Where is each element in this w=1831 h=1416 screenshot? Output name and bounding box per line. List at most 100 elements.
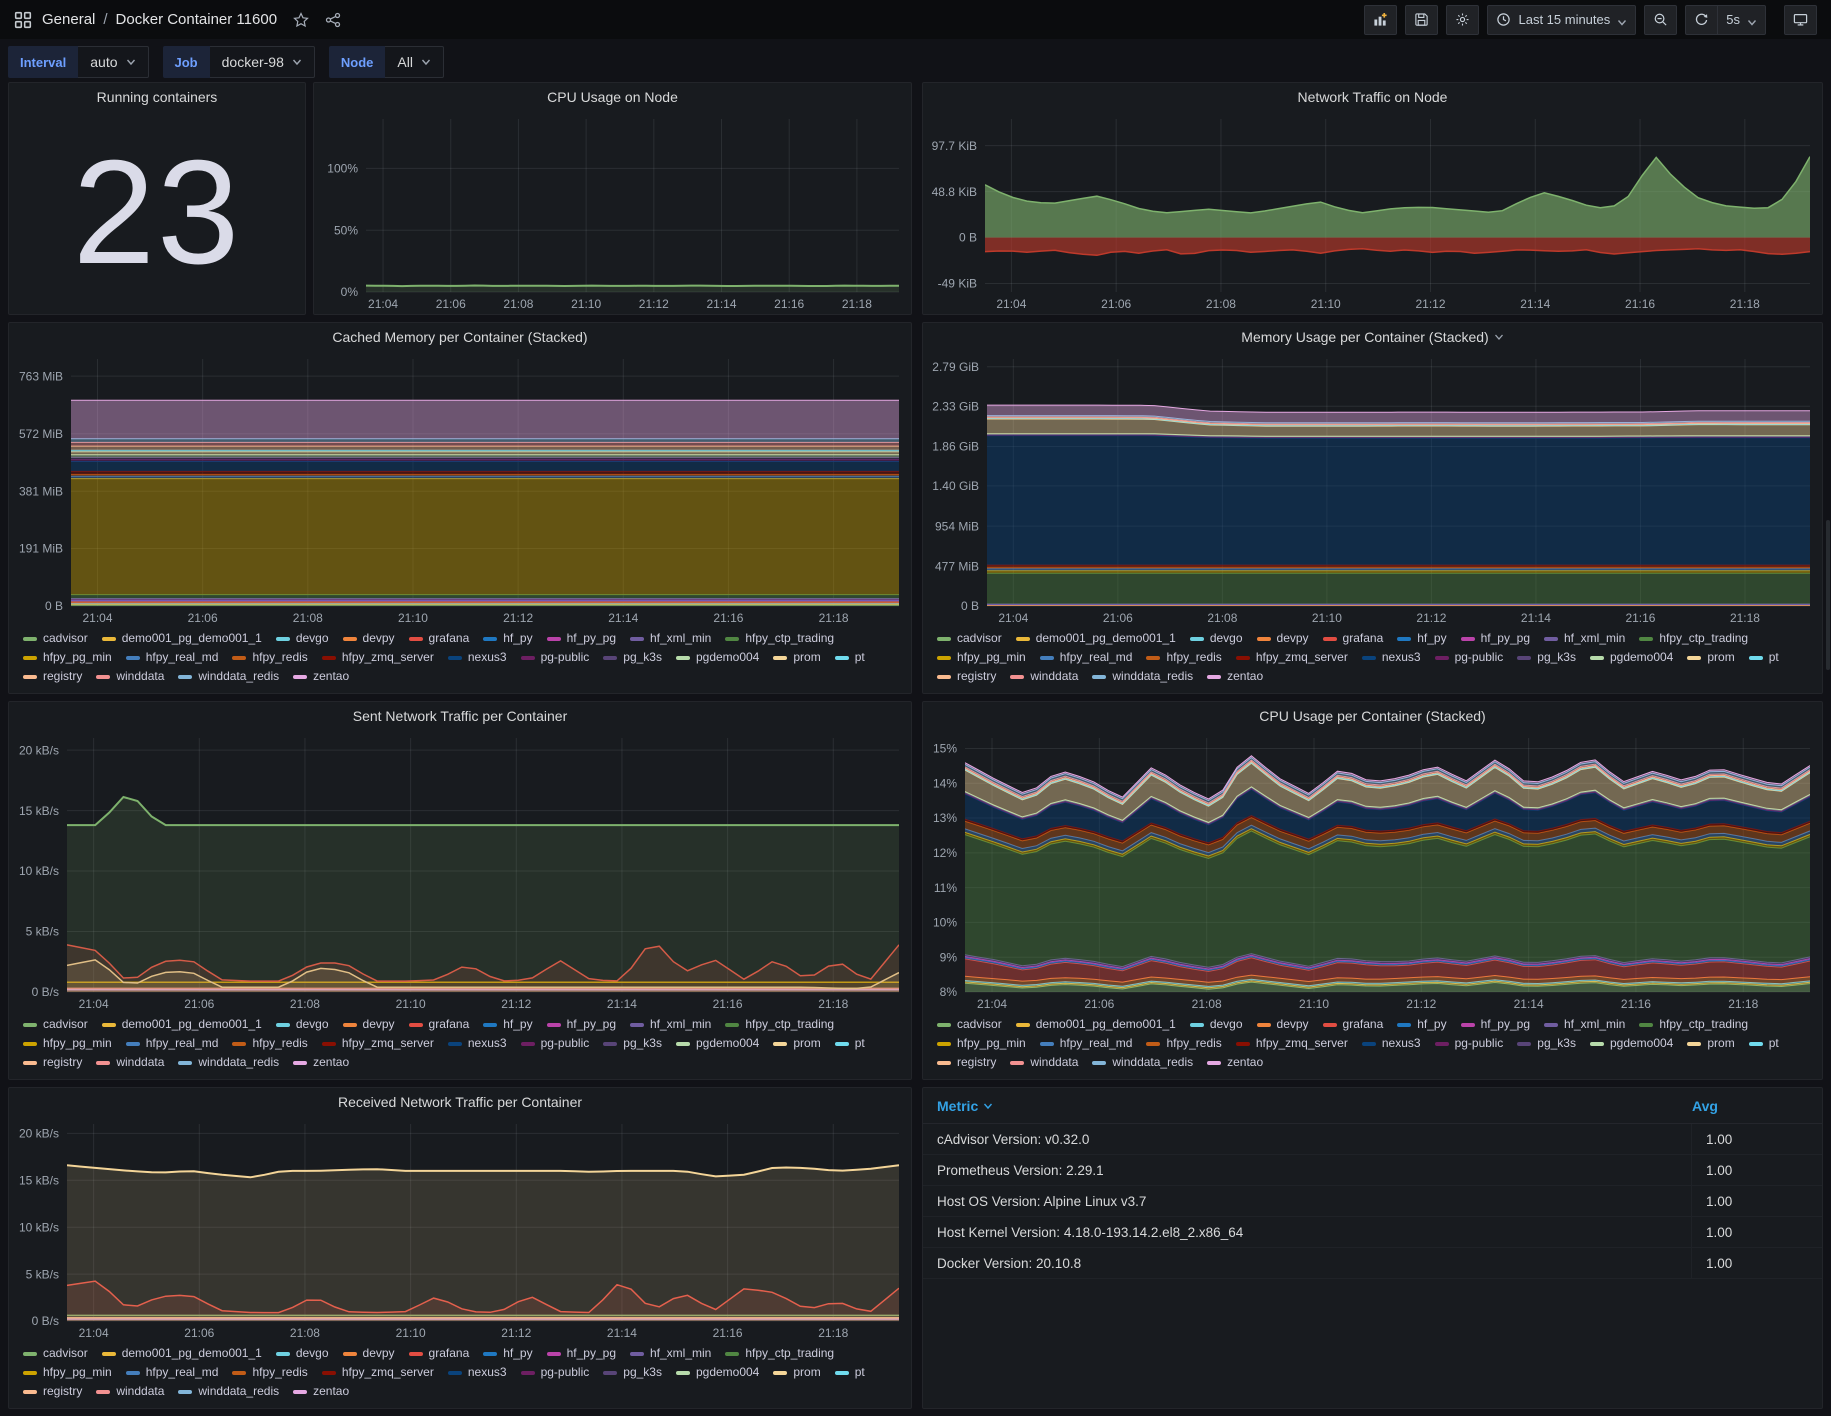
- legend-item[interactable]: prom: [773, 1364, 821, 1381]
- panel-header[interactable]: Memory Usage per Container (Stacked): [923, 323, 1822, 351]
- memory-usage-chart[interactable]: 2.79 GiB 2.33 GiB 1.86 GiB 1.40 GiB 954 MiB 4…: [923, 351, 1822, 628]
- panel-header[interactable]: Network Traffic on Node: [923, 83, 1822, 111]
- panel-header[interactable]: Sent Network Traffic per Container: [9, 702, 911, 730]
- legend-item[interactable]: winddata: [96, 1054, 164, 1071]
- breadcrumb-dashboard-title[interactable]: Docker Container 11600: [116, 11, 277, 28]
- legend-item[interactable]: zentao: [1207, 1054, 1263, 1071]
- legend-item[interactable]: hfpy_pg_min: [23, 1364, 112, 1381]
- legend-item[interactable]: pg-public: [520, 1035, 589, 1052]
- sent-network-traffic-chart[interactable]: 20 kB/s 15 kB/s 10 kB/s 5 kB/s 0 B/s 21:04 21:…: [9, 730, 911, 1014]
- kiosk-mode-button[interactable]: [1784, 4, 1817, 35]
- legend-item[interactable]: pgdemo004: [675, 1364, 759, 1381]
- legend-item[interactable]: hf_xml_min: [630, 630, 711, 647]
- legend-item[interactable]: winddata: [1010, 1054, 1078, 1071]
- legend-item[interactable]: devpy: [342, 630, 395, 647]
- legend-item[interactable]: hfpy_zmq_server: [321, 1035, 434, 1052]
- panel-header[interactable]: CPU Usage on Node: [314, 83, 911, 111]
- table-row[interactable]: Host OS Version: Alpine Linux v3.7 1.00: [923, 1186, 1822, 1217]
- variable-value-dropdown[interactable]: auto: [78, 46, 149, 78]
- legend-item[interactable]: hf_xml_min: [1544, 1016, 1625, 1033]
- table-header-metric[interactable]: Metric: [937, 1098, 993, 1114]
- legend-item[interactable]: pg_k3s: [1517, 1035, 1576, 1052]
- legend-item[interactable]: devgo: [1189, 1016, 1243, 1033]
- legend-item[interactable]: registry: [23, 1383, 82, 1400]
- legend-item[interactable]: devgo: [275, 1345, 329, 1362]
- legend-item[interactable]: hfpy_zmq_server: [321, 1364, 434, 1381]
- panel-header[interactable]: Received Network Traffic per Container: [9, 1088, 911, 1116]
- table-header-avg[interactable]: Avg: [1692, 1098, 1808, 1114]
- legend-item[interactable]: registry: [23, 1054, 82, 1071]
- share-icon[interactable]: [325, 12, 341, 28]
- scrollbar-thumb[interactable]: [1826, 520, 1830, 670]
- legend-item[interactable]: hfpy_real_md: [125, 1035, 218, 1052]
- legend-item[interactable]: nexus3: [447, 649, 507, 666]
- legend-item[interactable]: nexus3: [1361, 1035, 1421, 1052]
- legend-item[interactable]: zentao: [1207, 668, 1263, 685]
- legend-item[interactable]: winddata: [1010, 668, 1078, 685]
- legend-item[interactable]: prom: [1687, 649, 1735, 666]
- legend-item[interactable]: devgo: [1189, 630, 1243, 647]
- legend-item[interactable]: hfpy_pg_min: [23, 1035, 112, 1052]
- legend-item[interactable]: demo001_pg_demo001_1: [1015, 630, 1176, 647]
- legend-item[interactable]: grafana: [408, 1016, 469, 1033]
- legend-item[interactable]: grafana: [1322, 1016, 1383, 1033]
- legend-item[interactable]: prom: [773, 649, 821, 666]
- legend-item[interactable]: hf_py: [483, 1016, 533, 1033]
- legend-item[interactable]: devpy: [342, 1016, 395, 1033]
- legend-item[interactable]: demo001_pg_demo001_1: [101, 630, 262, 647]
- legend-item[interactable]: demo001_pg_demo001_1: [101, 1345, 262, 1362]
- legend-item[interactable]: winddata_redis: [178, 1054, 279, 1071]
- legend-item[interactable]: cadvisor: [23, 630, 88, 647]
- legend-item[interactable]: hfpy_zmq_server: [321, 649, 434, 666]
- zoom-out-time-button[interactable]: [1644, 4, 1678, 35]
- legend-item[interactable]: pg_k3s: [603, 1035, 662, 1052]
- legend-item[interactable]: pg_k3s: [603, 649, 662, 666]
- legend-item[interactable]: hfpy_redis: [232, 649, 308, 666]
- legend-item[interactable]: hfpy_real_md: [125, 649, 218, 666]
- cpu-usage-node-chart[interactable]: 100% 50% 0% 21:04 21:06 21:08 21:10 21:12 21:14 2…: [314, 111, 911, 314]
- save-dashboard-button[interactable]: [1405, 4, 1439, 35]
- legend-item[interactable]: pg_k3s: [603, 1364, 662, 1381]
- legend-item[interactable]: hfpy_redis: [232, 1035, 308, 1052]
- legend-item[interactable]: cadvisor: [937, 1016, 1002, 1033]
- legend-item[interactable]: hfpy_real_md: [1039, 1035, 1132, 1052]
- legend-item[interactable]: cadvisor: [937, 630, 1002, 647]
- legend-item[interactable]: hfpy_ctp_trading: [1639, 1016, 1748, 1033]
- legend-item[interactable]: winddata_redis: [178, 1383, 279, 1400]
- legend-item[interactable]: pgdemo004: [675, 1035, 759, 1052]
- legend-item[interactable]: zentao: [293, 1054, 349, 1071]
- legend-item[interactable]: winddata_redis: [178, 668, 279, 685]
- legend-item[interactable]: hfpy_pg_min: [937, 649, 1026, 666]
- legend-item[interactable]: pg_k3s: [1517, 649, 1576, 666]
- network-traffic-node-chart[interactable]: 97.7 KiB 48.8 KiB 0 B -49 KiB 21:04 21:06 21:0…: [923, 111, 1822, 314]
- table-row[interactable]: cAdvisor Version: v0.32.0 1.00: [923, 1124, 1822, 1155]
- dashboard-settings-button[interactable]: [1446, 4, 1480, 35]
- legend-item[interactable]: grafana: [1322, 630, 1383, 647]
- variable-value-dropdown[interactable]: docker-98: [209, 46, 315, 78]
- legend-item[interactable]: pg-public: [520, 649, 589, 666]
- legend-item[interactable]: devpy: [342, 1345, 395, 1362]
- legend-item[interactable]: devgo: [275, 630, 329, 647]
- legend-item[interactable]: pg-public: [1434, 649, 1503, 666]
- legend-item[interactable]: cadvisor: [23, 1345, 88, 1362]
- legend-item[interactable]: winddata_redis: [1092, 1054, 1193, 1071]
- legend-item[interactable]: hf_py: [1397, 1016, 1447, 1033]
- panel-menu-caret-icon[interactable]: [1494, 332, 1504, 342]
- legend-item[interactable]: pt: [1748, 649, 1779, 666]
- legend-item[interactable]: hf_py: [483, 630, 533, 647]
- legend-item[interactable]: zentao: [293, 668, 349, 685]
- legend-item[interactable]: hfpy_ctp_trading: [725, 1345, 834, 1362]
- panel-header[interactable]: CPU Usage per Container (Stacked): [923, 702, 1822, 730]
- panel-header[interactable]: Cached Memory per Container (Stacked): [9, 323, 911, 351]
- legend-item[interactable]: cadvisor: [23, 1016, 88, 1033]
- legend-item[interactable]: zentao: [293, 1383, 349, 1400]
- panel-header[interactable]: Running containers: [9, 83, 305, 111]
- legend-item[interactable]: hf_xml_min: [630, 1345, 711, 1362]
- legend-item[interactable]: nexus3: [447, 1364, 507, 1381]
- legend-item[interactable]: pg-public: [520, 1364, 589, 1381]
- legend-item[interactable]: registry: [23, 668, 82, 685]
- legend-item[interactable]: hf_py_pg: [1460, 630, 1530, 647]
- time-range-picker[interactable]: Last 15 minutes: [1487, 4, 1637, 35]
- received-network-traffic-chart[interactable]: 20 kB/s 15 kB/s 10 kB/s 5 kB/s 0 B/s 21:04 21:…: [9, 1116, 911, 1343]
- variable-value-dropdown[interactable]: All: [385, 46, 444, 78]
